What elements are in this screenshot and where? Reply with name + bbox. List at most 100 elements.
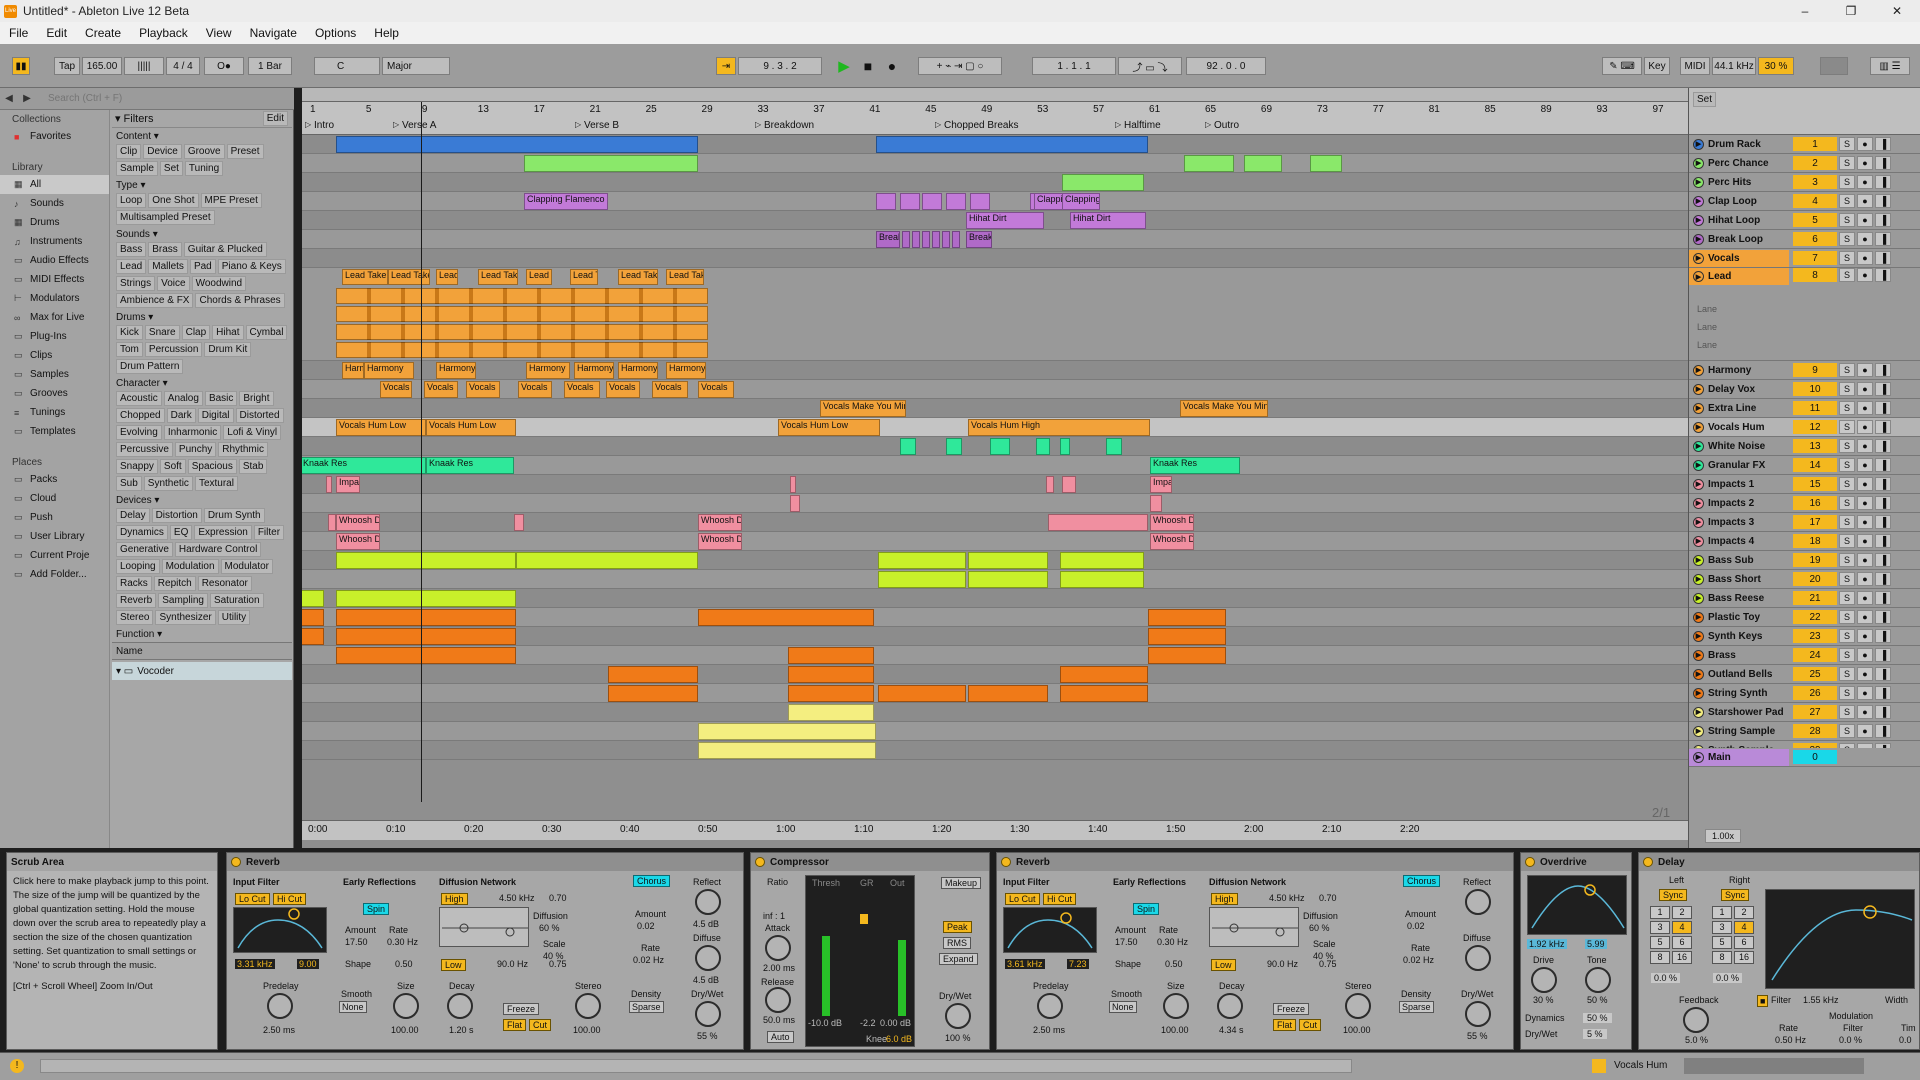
clip[interactable] bbox=[336, 590, 516, 607]
filter-tag[interactable]: Modulator bbox=[220, 559, 273, 574]
track-name[interactable]: ▶ Bass Short bbox=[1689, 571, 1789, 588]
filter-tag[interactable]: Resonator bbox=[197, 576, 252, 591]
solo-button[interactable]: S bbox=[1839, 268, 1855, 282]
solo-button[interactable]: S bbox=[1839, 213, 1855, 227]
clip[interactable] bbox=[876, 193, 896, 210]
filter-tag[interactable]: Generative bbox=[116, 542, 173, 557]
rms-button[interactable]: RMS bbox=[943, 937, 971, 949]
arrangement-overview[interactable] bbox=[302, 88, 1688, 102]
menu-help[interactable]: Help bbox=[365, 26, 408, 40]
clip[interactable]: Whoosh Do bbox=[336, 533, 380, 550]
track-fold-icon[interactable]: ▶ bbox=[1693, 440, 1704, 452]
filter-tag[interactable]: Filter bbox=[253, 525, 285, 540]
sidebar-item-all[interactable]: ▦ All bbox=[0, 175, 109, 194]
status-track-name[interactable]: Vocals Hum bbox=[1614, 1060, 1667, 1071]
menu-create[interactable]: Create bbox=[76, 26, 130, 40]
drywet-knob[interactable] bbox=[695, 1001, 721, 1027]
time-signature-field[interactable]: 4 / 4 bbox=[166, 57, 200, 75]
auto-release-button[interactable]: Auto bbox=[767, 1031, 794, 1043]
filter-section-devices[interactable]: Devices ▾ bbox=[112, 492, 292, 507]
track-fold-icon[interactable]: ▶ bbox=[1693, 630, 1704, 642]
clip[interactable] bbox=[608, 666, 698, 683]
track-fold-icon[interactable]: ▶ bbox=[1693, 535, 1704, 547]
filter-tag[interactable]: Dynamics bbox=[116, 525, 168, 540]
track-lane[interactable] bbox=[302, 532, 1688, 551]
clip[interactable] bbox=[968, 685, 1048, 702]
track-activator[interactable]: 28 bbox=[1793, 724, 1837, 738]
track-header[interactable]: ▶ String Synth 26 S ● ▐ bbox=[1689, 684, 1920, 703]
filter-tag[interactable]: Brass bbox=[148, 242, 182, 257]
filter-tag[interactable]: Cymbal bbox=[245, 325, 288, 340]
od-freq-value[interactable]: 1.92 kHz bbox=[1527, 939, 1567, 949]
arm-icon[interactable]: ● bbox=[1857, 382, 1873, 396]
clip[interactable] bbox=[302, 590, 324, 607]
track-fold-icon[interactable]: ▶ bbox=[1693, 497, 1704, 509]
track-fold-icon[interactable]: ▶ bbox=[1693, 516, 1704, 528]
filter-tag[interactable]: Soft bbox=[159, 459, 186, 474]
arm-icon[interactable]: ● bbox=[1857, 591, 1873, 605]
track-header[interactable]: ▶ Extra Line 11 S ● ▐ bbox=[1689, 399, 1920, 418]
filter-tag[interactable]: Device bbox=[143, 144, 182, 159]
filters-toggle-icon[interactable]: ▾ bbox=[115, 112, 121, 125]
filter-tag[interactable]: Synthetic bbox=[143, 476, 193, 491]
place-item-packs[interactable]: ▭ Packs bbox=[0, 470, 109, 489]
track-name[interactable]: ▶ Granular FX bbox=[1689, 457, 1789, 474]
clip[interactable] bbox=[876, 136, 1148, 153]
monitor-icon[interactable]: ▐ bbox=[1875, 515, 1891, 529]
status-overview-icons[interactable] bbox=[1684, 1058, 1864, 1074]
track-name[interactable]: ▶ Bass Sub bbox=[1689, 552, 1789, 569]
filter-tag[interactable]: Groove bbox=[183, 144, 225, 159]
stereo-value[interactable]: 100.00 bbox=[1343, 1025, 1371, 1035]
track-header[interactable]: ▶ Vocals 7 S ● ▐ bbox=[1689, 249, 1920, 268]
solo-button[interactable]: S bbox=[1839, 137, 1855, 151]
track-name[interactable]: ▶ Outland Bells bbox=[1689, 666, 1789, 683]
filter-tag[interactable]: Racks bbox=[116, 576, 152, 591]
track-header[interactable]: ▶ Vocals Hum 12 S ● ▐ bbox=[1689, 418, 1920, 437]
clip[interactable]: Lead Take bbox=[478, 269, 518, 285]
track-name[interactable]: ▶ Drum Rack bbox=[1689, 136, 1789, 153]
low-gain-value[interactable]: 0.75 bbox=[1319, 959, 1337, 969]
chorus-rate-value[interactable]: 0.02 Hz bbox=[633, 955, 664, 965]
track-name[interactable]: ▶ Perc Chance bbox=[1689, 155, 1789, 172]
close-button[interactable]: ✕ bbox=[1874, 4, 1920, 18]
sidebar-item-drums[interactable]: ▦ Drums bbox=[0, 213, 109, 232]
sidebar-item-grooves[interactable]: ▭ Grooves bbox=[0, 384, 109, 403]
monitor-icon[interactable]: ▐ bbox=[1875, 534, 1891, 548]
track-activator[interactable]: 14 bbox=[1793, 458, 1837, 472]
track-activator[interactable]: 16 bbox=[1793, 496, 1837, 510]
track-lane[interactable] bbox=[302, 361, 1688, 380]
filter-tag[interactable]: Utility bbox=[217, 610, 251, 625]
track-activator[interactable]: 18 bbox=[1793, 534, 1837, 548]
clip[interactable]: Vocals Hum Low bbox=[426, 419, 516, 436]
filter-tag[interactable]: Loop bbox=[116, 193, 147, 208]
take-lane-clip[interactable] bbox=[336, 306, 708, 322]
key-map-button[interactable]: Key bbox=[1644, 57, 1670, 75]
beat-grid-button[interactable]: 16 bbox=[1734, 951, 1754, 964]
amount-value[interactable]: 17.50 bbox=[345, 937, 368, 947]
device-on-icon[interactable] bbox=[755, 857, 765, 867]
clip[interactable] bbox=[1148, 647, 1226, 664]
lo-cut-button[interactable]: Lo Cut bbox=[235, 893, 270, 905]
solo-button[interactable]: S bbox=[1839, 686, 1855, 700]
clip[interactable]: Vocals bbox=[698, 381, 734, 398]
clip[interactable]: Whoosh Do bbox=[1150, 533, 1194, 550]
filter-tag[interactable]: Distortion bbox=[151, 508, 202, 523]
filter-tag[interactable]: Lofi & Vinyl bbox=[223, 425, 282, 440]
filter-tag[interactable]: Acoustic bbox=[116, 391, 162, 406]
feedback-value[interactable]: 5.0 % bbox=[1685, 1035, 1708, 1045]
predelay-value[interactable]: 2.50 ms bbox=[263, 1025, 295, 1035]
clip[interactable] bbox=[1060, 552, 1144, 569]
filter-tag[interactable]: Delay bbox=[116, 508, 150, 523]
chorus-amount-value[interactable]: 0.02 bbox=[1407, 921, 1425, 931]
clip[interactable]: Vocals bbox=[652, 381, 688, 398]
clip[interactable] bbox=[932, 231, 940, 248]
locator-chopped-breaks[interactable]: Chopped Breaks bbox=[934, 120, 1019, 131]
filter-tag[interactable]: Expression bbox=[194, 525, 252, 540]
rate-value[interactable]: 0.30 Hz bbox=[1157, 937, 1188, 947]
solo-button[interactable]: S bbox=[1839, 420, 1855, 434]
filter-tag[interactable]: Punchy bbox=[174, 442, 217, 457]
filter-tag[interactable]: Piano & Keys bbox=[217, 259, 286, 274]
arm-icon[interactable]: ● bbox=[1857, 458, 1873, 472]
predelay-knob[interactable] bbox=[267, 993, 293, 1019]
stop-icon[interactable]: ■ bbox=[858, 57, 878, 75]
